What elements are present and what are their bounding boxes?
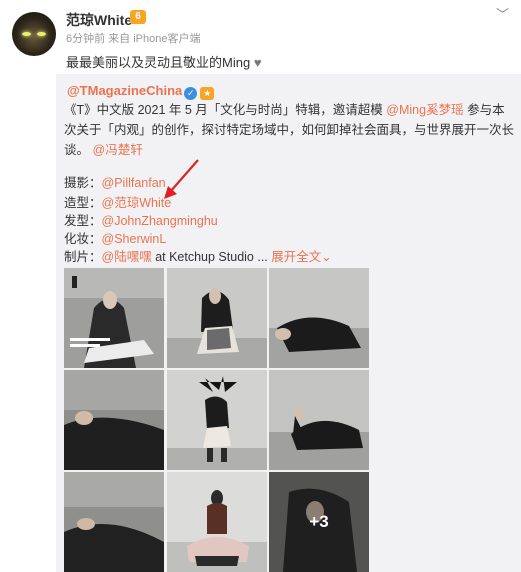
credit-role: 化妆： (64, 232, 102, 246)
photo-thumbnail[interactable] (269, 370, 369, 470)
photo-thumbnail-more[interactable]: +3 (269, 472, 369, 572)
photo-thumbnail[interactable] (64, 370, 164, 470)
heart-icon: ♥ (253, 55, 262, 70)
more-photos-count[interactable]: +3 (269, 472, 369, 572)
credit-mention[interactable]: @JohnZhangminghu (102, 214, 218, 228)
credit-role: 制片： (64, 250, 102, 264)
verified-icon: ✓ (184, 87, 198, 100)
repost-author-line: @TMagazineChina ✓ ★ (67, 83, 215, 100)
red-arrow-annotation (160, 158, 205, 208)
credit-suffix: at Ketchup Studio ... (151, 250, 268, 264)
avatar[interactable] (12, 12, 56, 56)
vip-badge: 6 (130, 10, 146, 24)
credit-makeup: 化妆：@SherwinL (64, 228, 166, 247)
credit-role: 造型： (64, 196, 102, 210)
repost-body: 《T》中文版 2021 年 5 月「文化与时尚」特辑，邀请超模 @Ming奚梦瑶… (64, 100, 514, 160)
avatar-eye-left (22, 32, 31, 36)
avatar-eye-right (37, 32, 46, 36)
photo-thumbnail[interactable] (167, 472, 267, 572)
post-text: 最最美丽以及灵动且敬业的Ming ♥ (66, 52, 262, 71)
mention-fengchuxuan[interactable]: @冯楚轩 (93, 143, 143, 157)
mention-ming[interactable]: @Ming奚梦瑶 (386, 103, 463, 117)
photo-thumbnail[interactable] (167, 268, 267, 368)
post-text-content: 最最美丽以及灵动且敬业的Ming (66, 55, 251, 70)
credit-role: 发型： (64, 214, 102, 228)
photo-thumbnail[interactable] (167, 370, 267, 470)
post-time-source: 6分钟前 来自 iPhone客户端 (66, 33, 201, 45)
credit-mention[interactable]: @Pillfanfan (102, 176, 166, 190)
repost-body-text-1: 《T》中文版 2021 年 5 月「文化与时尚」特辑，邀请超模 (64, 103, 383, 117)
photo-thumbnail[interactable] (269, 268, 369, 368)
photo-thumbnail[interactable] (64, 268, 164, 368)
user-name[interactable]: 范琼White (66, 10, 132, 30)
credit-hair: 发型：@JohnZhangminghu (64, 210, 218, 229)
member-badge-icon: ★ (200, 87, 215, 100)
credit-production: 制片：@陆嘿嘿 at Ketchup Studio ... 展开全文⌄ (64, 246, 332, 265)
credit-styling: 造型：@范琼White (64, 192, 171, 211)
repost-author[interactable]: @TMagazineChina (67, 83, 182, 98)
credit-role: 摄影： (64, 176, 102, 190)
credit-mention[interactable]: @SherwinL (102, 232, 167, 246)
expand-full-text-link[interactable]: 展开全文 (271, 250, 321, 264)
credit-mention[interactable]: @陆嘿嘿 (102, 250, 152, 264)
chevron-down-icon[interactable]: ﹀ (496, 4, 509, 23)
photo-thumbnail[interactable] (64, 472, 164, 572)
chevron-down-icon[interactable]: ⌄ (321, 250, 331, 264)
credit-photography: 摄影：@Pillfanfan (64, 172, 166, 191)
